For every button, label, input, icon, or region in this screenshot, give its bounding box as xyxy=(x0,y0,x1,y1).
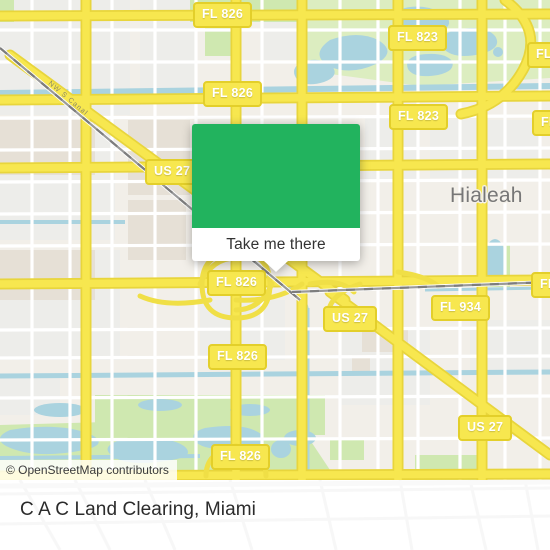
take-me-there-button[interactable]: Take me there xyxy=(192,228,360,261)
map-screenshot: NW S Canal Hialeah FL 826 FL 823 FL FL 8… xyxy=(0,0,550,550)
attribution-text: © OpenStreetMap contributors xyxy=(6,463,169,477)
road-shield: FL 826 xyxy=(208,344,268,370)
popup-pointer-icon xyxy=(264,261,288,272)
map-attribution[interactable]: © OpenStreetMap contributors xyxy=(0,460,177,480)
popup-image-placeholder xyxy=(192,124,360,228)
page-title: C A C Land Clearing, Miami xyxy=(20,499,256,520)
take-me-there-label: Take me there xyxy=(226,235,326,253)
road-shield: FL xyxy=(527,42,550,68)
road-shield: FL 823 xyxy=(388,25,448,51)
map-viewport[interactable]: NW S Canal Hialeah FL 826 FL 823 FL FL 8… xyxy=(0,0,550,480)
map-popup[interactable]: Take me there xyxy=(192,124,360,272)
road-shield: FL xyxy=(532,110,550,136)
road-shield: US 27 xyxy=(323,306,378,332)
road-shield: FL xyxy=(531,272,550,298)
road-shield: US 27 xyxy=(458,415,513,441)
road-shield: FL 826 xyxy=(211,444,271,470)
road-shield: FL 934 xyxy=(431,295,491,321)
road-shield: FL 826 xyxy=(193,2,253,28)
caption-bar: C A C Land Clearing, Miami xyxy=(0,480,550,550)
road-shield: FL 826 xyxy=(203,81,263,107)
road-shield: FL 823 xyxy=(389,104,449,130)
road-shield: FL 826 xyxy=(207,270,267,296)
